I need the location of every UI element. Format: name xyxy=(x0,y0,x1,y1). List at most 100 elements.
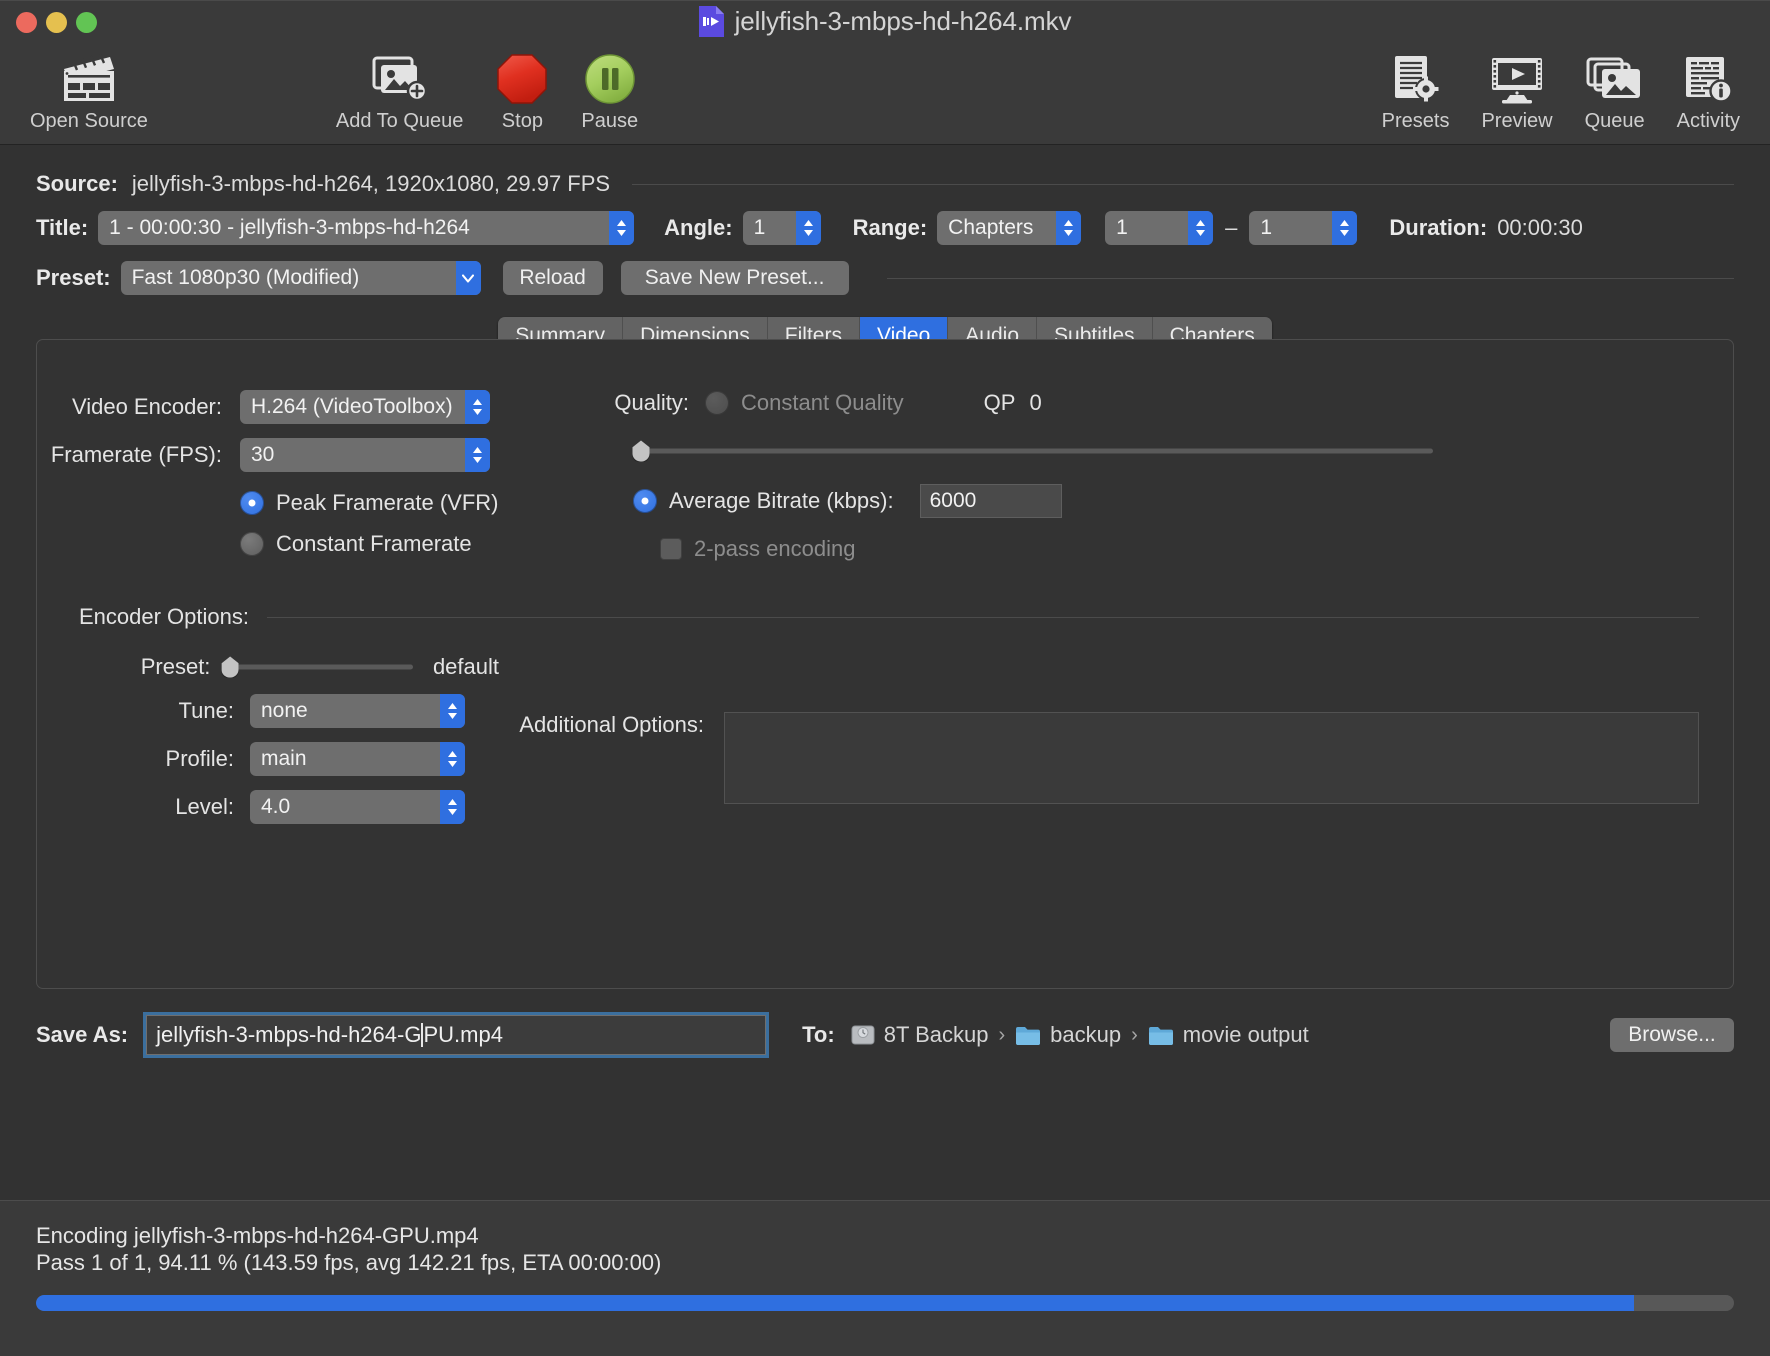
profile-select[interactable]: main xyxy=(250,742,465,776)
open-source-label: Open Source xyxy=(30,110,148,132)
path-separator: › xyxy=(1131,1023,1138,1046)
enc-preset-value: default xyxy=(432,654,499,679)
add-image-icon xyxy=(372,50,428,108)
range-label: Range: xyxy=(852,215,928,240)
video-encoder-value: H.264 (VideoToolbox) xyxy=(251,395,453,418)
path-drive-name: 8T Backup xyxy=(883,1022,989,1047)
browse-button[interactable]: Browse... xyxy=(1610,1018,1734,1052)
range-end-stepper[interactable]: 1 xyxy=(1249,211,1358,245)
level-label: Level: xyxy=(175,794,234,819)
stop-octagon-icon xyxy=(495,50,549,108)
constant-quality-radio[interactable] xyxy=(705,391,729,415)
encoder-preset-slider-knob[interactable] xyxy=(221,656,239,678)
range-end-value: 1 xyxy=(1260,216,1273,239)
activity-label: Activity xyxy=(1676,110,1740,132)
stop-button[interactable]: Stop xyxy=(479,44,565,133)
queue-button[interactable]: Queue xyxy=(1569,44,1661,133)
video-encoder-label: Video Encoder: xyxy=(71,394,222,419)
stepper-arrows-icon xyxy=(465,438,490,472)
main-content: Source: jellyfish-3-mbps-hd-h264, 1920x1… xyxy=(0,145,1770,1356)
window-title: jellyfish-3-mbps-hd-h264.mkv xyxy=(734,6,1072,36)
save-as-value-before-caret: jellyfish-3-mbps-hd-h264-G xyxy=(156,1022,422,1047)
path-folder-name-1: backup xyxy=(1050,1022,1122,1047)
destination-path: 8T Backup › backup › movie output xyxy=(851,1022,1309,1048)
qp-label: QP xyxy=(983,390,1016,415)
angle-select[interactable]: 1 xyxy=(742,211,821,245)
encoder-options-header: Encoder Options: xyxy=(79,604,1699,630)
path-segment-movie-output[interactable]: movie output xyxy=(1148,1022,1309,1048)
peak-framerate-radio[interactable] xyxy=(240,491,264,515)
tune-label: Tune: xyxy=(178,698,234,723)
average-bitrate-radio[interactable] xyxy=(633,489,657,513)
framerate-label: Framerate (FPS): xyxy=(50,442,222,467)
angle-select-value: 1 xyxy=(753,216,766,239)
presets-label: Presets xyxy=(1381,110,1450,132)
status-bar: Encoding jellyfish-3-mbps-hd-h264-GPU.mp… xyxy=(0,1200,1770,1356)
pause-label: Pause xyxy=(581,110,639,132)
encoder-options-divider xyxy=(266,616,1699,618)
add-to-queue-button[interactable]: Add To Queue xyxy=(320,44,480,133)
toolbar-right-group: Presets Preview Queue Activity xyxy=(1366,44,1756,133)
stop-label: Stop xyxy=(501,110,543,132)
monitor-play-icon xyxy=(1488,50,1546,108)
encoder-options-label: Encoder Options: xyxy=(79,604,249,629)
video-encoder-select[interactable]: H.264 (VideoToolbox) xyxy=(240,390,490,424)
stepper-arrows-icon xyxy=(440,742,465,776)
stepper-arrows-icon xyxy=(440,694,465,728)
encoder-preset-slider[interactable] xyxy=(221,656,413,678)
title-row: Title: 1 - 00:00:30 - jellyfish-3-mbps-h… xyxy=(0,197,1770,245)
preview-button[interactable]: Preview xyxy=(1465,44,1568,133)
activity-button[interactable]: Activity xyxy=(1661,44,1756,133)
preset-select-value: Fast 1080p30 (Modified) xyxy=(131,266,360,289)
reload-preset-button[interactable]: Reload xyxy=(502,261,603,295)
path-folder-name-2: movie output xyxy=(1182,1022,1309,1047)
title-label: Title: xyxy=(36,215,89,240)
stepper-arrows-icon xyxy=(795,211,821,245)
window-title-group: jellyfish-3-mbps-hd-h264.mkv xyxy=(0,6,1770,37)
constant-framerate-radio[interactable] xyxy=(240,532,264,556)
profile-label: Profile: xyxy=(165,746,234,771)
add-to-queue-label: Add To Queue xyxy=(335,110,464,132)
encoder-preset-slider-track xyxy=(226,664,413,670)
range-start-value: 1 xyxy=(1116,216,1128,239)
open-source-button[interactable]: Open Source xyxy=(14,44,164,133)
clapperboard-icon xyxy=(58,50,120,108)
presets-button[interactable]: Presets xyxy=(1366,44,1466,133)
framerate-select[interactable]: 30 xyxy=(240,438,490,472)
main-toolbar: Open Source Add To Queue Stop Pause Pres… xyxy=(0,44,1770,145)
stepper-arrows-icon xyxy=(465,390,490,424)
two-pass-label: 2-pass encoding xyxy=(694,536,856,561)
pause-circle-icon xyxy=(583,50,637,108)
save-as-input[interactable]: jellyfish-3-mbps-hd-h264-G PU.mp4 xyxy=(143,1012,770,1058)
preset-select[interactable]: Fast 1080p30 (Modified) xyxy=(120,261,481,295)
level-select[interactable]: 4.0 xyxy=(250,790,465,824)
additional-options-input[interactable] xyxy=(724,712,1699,804)
title-select[interactable]: 1 - 00:00:30 - jellyfish-3-mbps-hd-h264 xyxy=(98,211,635,245)
presets-gear-icon xyxy=(1391,50,1441,108)
preset-row: Preset: Fast 1080p30 (Modified) Reload S… xyxy=(0,245,1770,295)
chevron-down-icon xyxy=(455,261,481,295)
stepper-arrows-icon xyxy=(1056,211,1082,245)
range-type-select[interactable]: Chapters xyxy=(937,211,1082,245)
path-segment-backup[interactable]: backup xyxy=(1015,1022,1121,1048)
pause-button[interactable]: Pause xyxy=(565,44,654,133)
save-new-preset-button[interactable]: Save New Preset... xyxy=(620,261,849,295)
save-as-value-after-caret: PU.mp4 xyxy=(423,1022,503,1047)
tune-select[interactable]: none xyxy=(250,694,465,728)
quality-slider[interactable] xyxy=(632,440,1433,462)
average-bitrate-label: Average Bitrate (kbps): xyxy=(669,488,894,513)
preset-label: Preset: xyxy=(36,265,111,290)
range-start-stepper[interactable]: 1 xyxy=(1105,211,1214,245)
queue-label: Queue xyxy=(1584,110,1645,132)
duration-value: 00:00:30 xyxy=(1497,215,1583,240)
folder-icon xyxy=(1148,1025,1174,1046)
quality-slider-knob[interactable] xyxy=(632,440,650,462)
video-tab-panel: Video Encoder: H.264 (VideoToolbox) Fram… xyxy=(36,339,1734,989)
source-value: jellyfish-3-mbps-hd-h264, 1920x1080, 29.… xyxy=(131,171,611,196)
profile-value: main xyxy=(261,747,307,770)
peak-framerate-label: Peak Framerate (VFR) xyxy=(276,490,499,515)
two-pass-checkbox[interactable] xyxy=(660,538,682,560)
path-segment-drive[interactable]: 8T Backup xyxy=(851,1022,989,1048)
duration-label: Duration: xyxy=(1389,215,1488,240)
average-bitrate-input[interactable]: 6000 xyxy=(919,484,1062,518)
